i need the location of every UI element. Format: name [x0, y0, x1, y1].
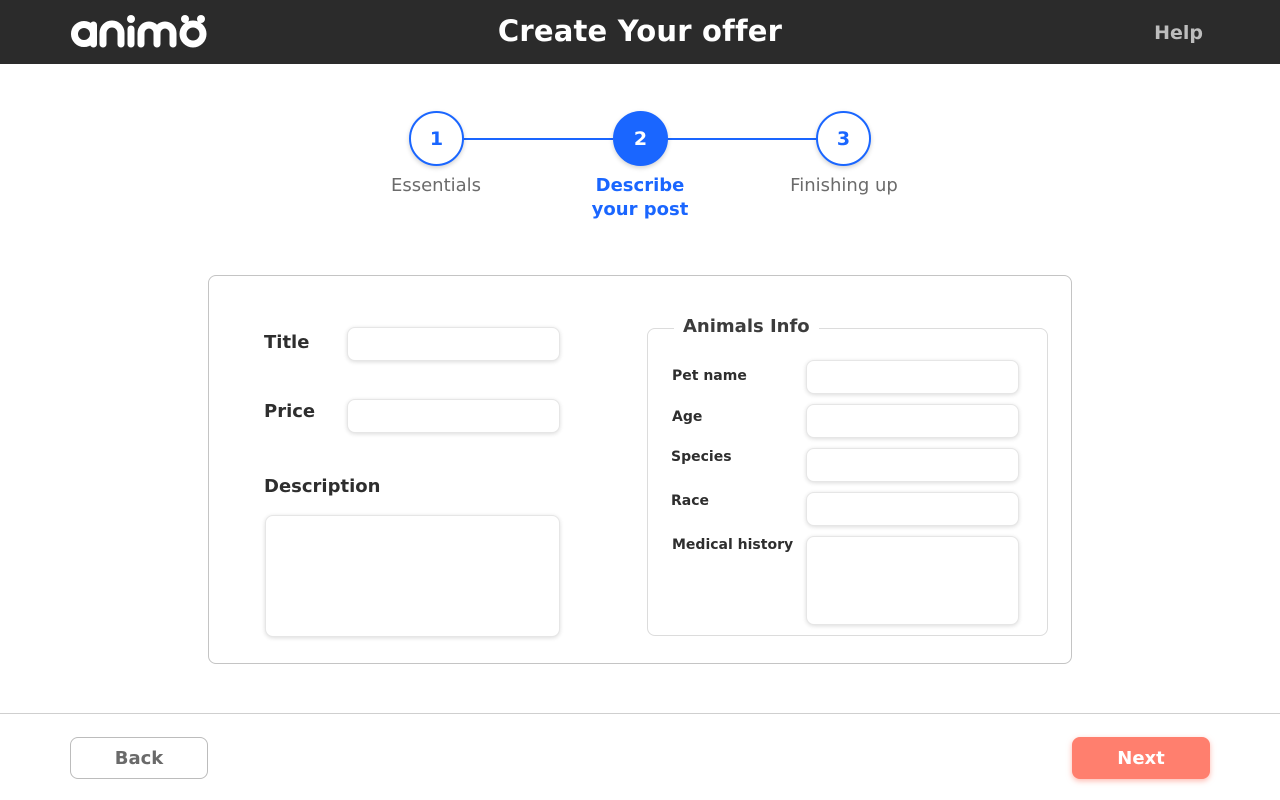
- step-3-circle[interactable]: 3: [816, 111, 871, 166]
- step-1-label-text: Essentials: [390, 175, 482, 196]
- step-3-label: Finishing up: [764, 174, 924, 198]
- footer-divider: [0, 713, 1280, 714]
- age-input[interactable]: [806, 404, 1019, 438]
- description-label: Description: [264, 476, 381, 497]
- step-2-label: Describe your post: [560, 174, 720, 222]
- title-input[interactable]: [347, 327, 560, 361]
- top-bar: Create Your offer Help: [0, 0, 1280, 64]
- offer-form-card: Title Price Description Animals Info Pet…: [208, 275, 1072, 664]
- back-button[interactable]: Back: [70, 737, 208, 779]
- step-1-label: Essentials: [356, 174, 516, 198]
- step-1-circle[interactable]: 1: [409, 111, 464, 166]
- price-input[interactable]: [347, 399, 560, 433]
- help-link[interactable]: Help: [1154, 22, 1203, 44]
- pet-name-input[interactable]: [806, 360, 1019, 394]
- page-title: Create Your offer: [497, 14, 783, 48]
- race-label: Race: [671, 493, 710, 509]
- race-input[interactable]: [806, 492, 1019, 526]
- age-label: Age: [672, 409, 703, 425]
- description-textarea[interactable]: [265, 515, 560, 637]
- species-input[interactable]: [806, 448, 1019, 482]
- step-2-label-line1: Describe: [595, 175, 685, 196]
- medical-history-label: Medical history: [672, 537, 794, 553]
- title-label: Title: [264, 332, 310, 353]
- animals-info-legend: Animals Info: [674, 316, 819, 337]
- step-3-label-text: Finishing up: [790, 175, 898, 196]
- pet-name-label: Pet name: [672, 368, 747, 384]
- species-label: Species: [671, 449, 732, 465]
- step-connector-2-3: [667, 138, 817, 140]
- medical-history-textarea[interactable]: [806, 536, 1019, 625]
- price-label: Price: [264, 401, 316, 422]
- step-connector-1-2: [463, 138, 613, 140]
- step-2-circle[interactable]: 2: [613, 111, 668, 166]
- step-2-label-line2: your post: [591, 199, 689, 220]
- next-button[interactable]: Next: [1072, 737, 1210, 779]
